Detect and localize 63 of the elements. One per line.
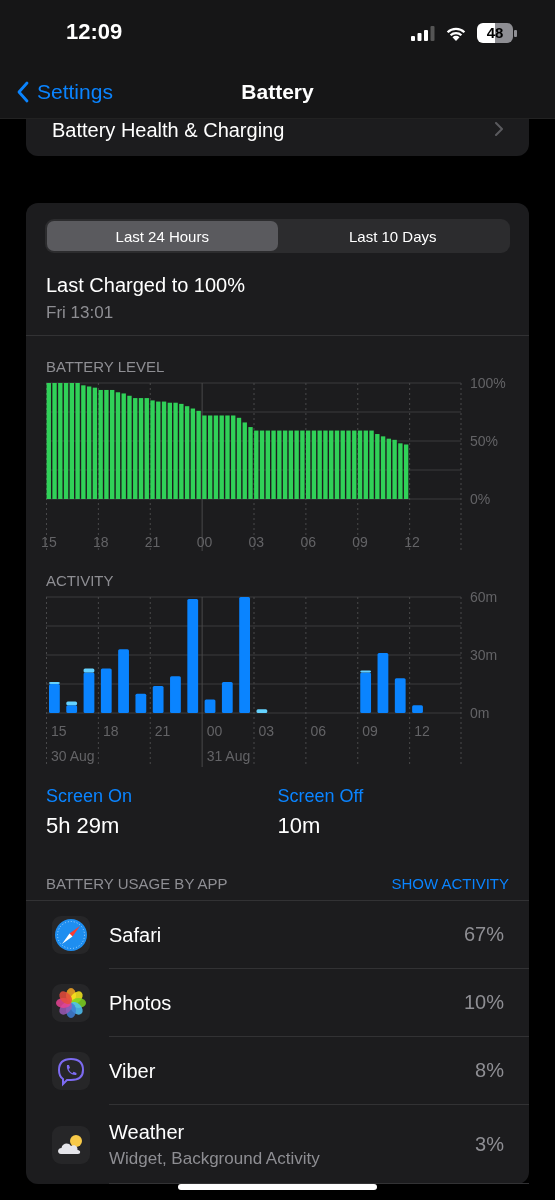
axis-label: 12 [404,534,420,550]
section-header: BATTERY USAGE BY APP [46,875,228,893]
app-name: Viber [109,1058,156,1083]
axis-label: 60m [470,589,498,605]
axis-label: 03 [258,723,275,739]
axis-label: 09 [362,723,378,739]
chart-title: ACTIVITY [46,572,115,589]
axis-label: 15 [41,534,57,550]
axis-label: 03 [248,534,265,550]
axis-label: 18 [92,534,109,550]
phone-bubble-app-icon [52,1052,90,1090]
back-link[interactable]: Settings [0,80,113,104]
axis-label: 0% [470,491,491,507]
app-name: Photos [109,990,172,1015]
last-charged-time: Fri 13:01 [46,302,115,324]
app-row[interactable]: Photos 10% [26,969,529,1037]
axis-label: 00 [206,723,223,739]
screen-time-label: Screen Off [277,785,365,807]
usage-percent: 3% [475,1132,504,1156]
date-label: 30 Aug [51,748,95,764]
app-row[interactable]: Viber 8% [26,1037,529,1105]
axis-label: 09 [352,534,368,550]
screen-time-label: Screen On [46,785,134,807]
app-detail: Widget, Background Activity [109,1148,320,1169]
axis-label: 100% [470,375,506,391]
signal-icon [411,25,435,41]
cloud-sun-app-icon [52,1125,90,1164]
axis-label: 21 [144,534,161,550]
usage-percent: 67% [463,923,504,946]
screen-time-value: 5h 29m [46,813,121,839]
chart-title: BATTERY LEVEL [46,358,166,375]
back-chevron-icon [17,81,29,103]
battery-indicator: 48 [477,23,513,43]
axis-label: 21 [154,723,171,739]
wifi-icon [445,25,467,41]
battery-cap-icon [514,29,517,37]
axis-label: 12 [414,723,430,739]
axis-label: 06 [300,534,317,550]
flower-app-icon [52,984,90,1022]
status-time: 12:09 [66,19,123,45]
compass-app-icon [52,916,90,954]
usage-percent: 10% [463,991,504,1014]
axis-label: 0m [470,705,490,721]
axis-label: 00 [196,534,213,550]
app-name: Safari [109,922,162,947]
app-name: Weather [109,1119,186,1144]
show-activity-link[interactable]: SHOW ACTIVITY [391,875,509,893]
battery-health-row[interactable]: Battery Health & Charging [26,119,529,156]
screen-time-value: 10m [277,813,322,839]
usage-percent: 8% [475,1059,504,1082]
axis-label: 15 [51,723,67,739]
range-tab[interactable]: Last 24 Hours [47,221,278,251]
last-charged-title: Last Charged to 100% [46,273,247,297]
axis-label: 18 [102,723,119,739]
axis-label: 06 [310,723,326,739]
app-row[interactable]: Weather Widget, Background Activity 3% [26,1105,529,1184]
chevron-right-icon [495,122,503,136]
app-row[interactable]: Safari 67% [26,901,529,969]
page-title: Battery [241,80,314,104]
axis-label: 30m [470,647,498,663]
date-label: 31 Aug [206,748,251,764]
range-tab[interactable]: Last 10 Days [277,221,508,251]
axis-label: 50% [470,433,499,449]
